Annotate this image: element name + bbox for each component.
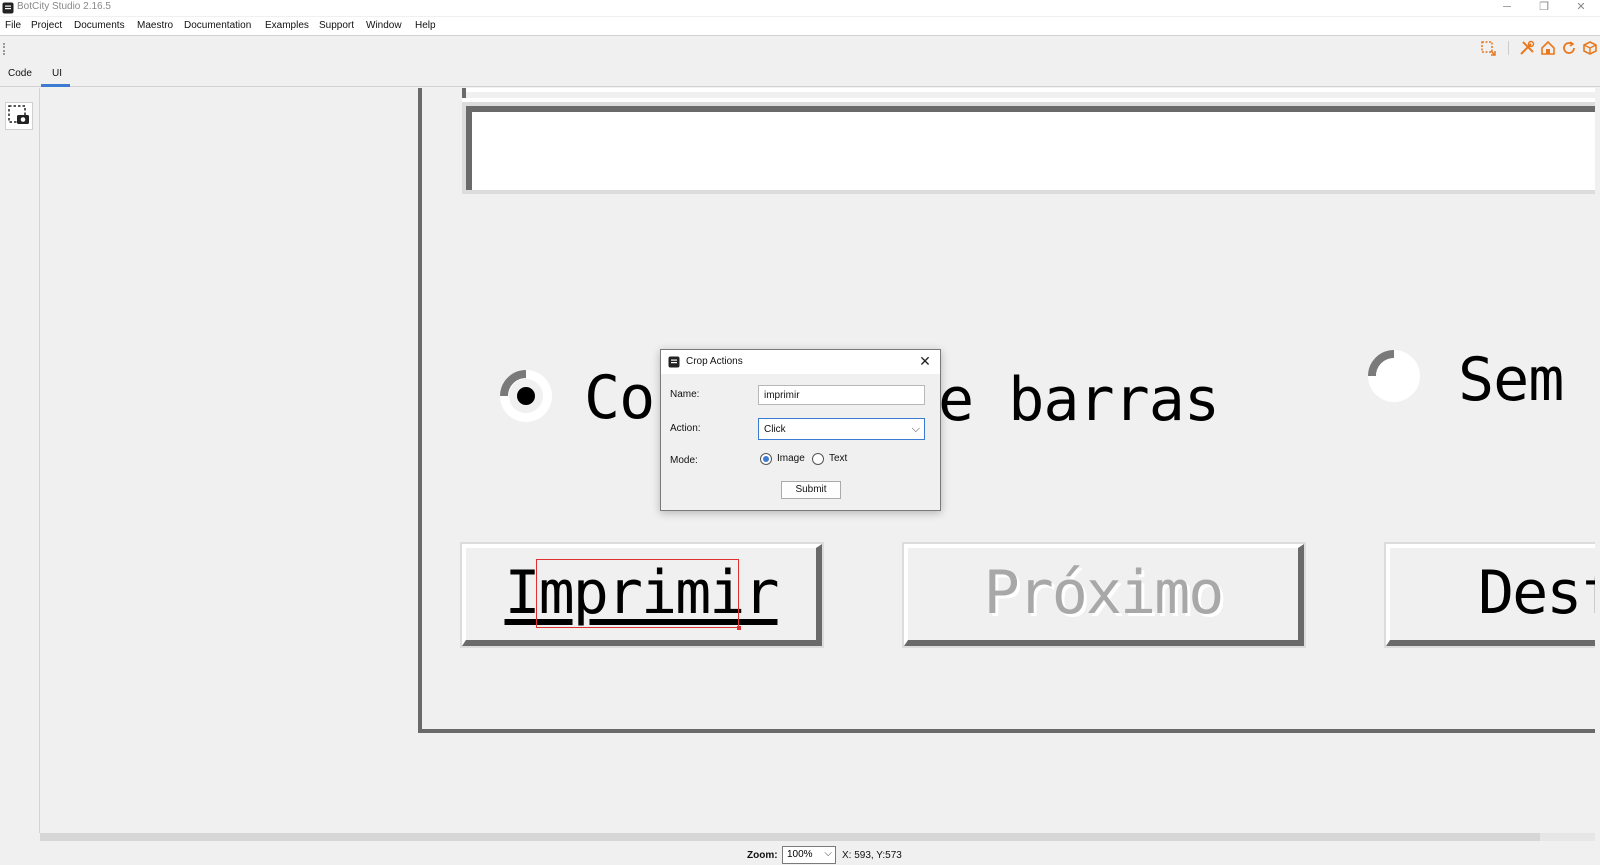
action-label: Action:: [670, 423, 701, 434]
menu-documents[interactable]: Documents: [74, 20, 125, 31]
toolbar-separator: [1508, 41, 1509, 55]
package-icon[interactable]: [1582, 40, 1598, 56]
tab-code[interactable]: Code: [8, 68, 32, 79]
active-tab-indicator: [41, 84, 70, 87]
left-panel: [40, 88, 418, 833]
chevron-down-icon: ⌵: [824, 848, 832, 859]
crop-resize-handle[interactable]: [737, 626, 741, 630]
restore-button[interactable]: ❐: [1529, 0, 1559, 16]
crop-selection-rectangle[interactable]: [536, 559, 739, 628]
mode-image-radio[interactable]: [760, 453, 772, 465]
home-icon[interactable]: [1540, 40, 1556, 56]
menu-project[interactable]: Project: [31, 20, 62, 31]
dialog-title-bar[interactable]: Crop Actions ✕: [661, 350, 940, 374]
captured-text-field: [462, 88, 1595, 194]
menu-file[interactable]: File: [5, 20, 21, 31]
mode-text-label: Text: [829, 453, 848, 464]
submit-button[interactable]: Submit: [781, 481, 841, 499]
minimize-button[interactable]: ─: [1492, 0, 1522, 16]
refresh-icon[interactable]: [1561, 40, 1577, 56]
mode-text-radio[interactable]: [812, 453, 824, 465]
toolbar-grip[interactable]: [3, 43, 5, 55]
captured-radio1-label-left: Co: [584, 363, 655, 433]
zoom-select[interactable]: 100% ⌵: [782, 846, 836, 864]
toolbar: [0, 37, 1600, 59]
zoom-label: Zoom:: [747, 850, 778, 861]
menu-maestro[interactable]: Maestro: [137, 20, 173, 31]
capture-screen-button[interactable]: [5, 102, 33, 130]
status-bar: Zoom: 100% ⌵ X: 593, Y:573: [0, 841, 1600, 865]
mode-label: Mode:: [670, 455, 698, 466]
editor-tabs: Code UI: [0, 60, 1600, 87]
side-toolbar: [0, 88, 40, 833]
dialog-close-icon[interactable]: ✕: [917, 353, 933, 370]
crop-icon[interactable]: [1480, 40, 1496, 56]
canvas-vertical-scrollbar[interactable]: [1595, 88, 1600, 833]
captured-window-frame: [418, 88, 422, 733]
captured-proximo-button: Próximo: [904, 544, 1304, 646]
tools-icon[interactable]: [1519, 40, 1535, 56]
captured-desf-label: Desf: [1478, 558, 1595, 628]
menu-help[interactable]: Help: [415, 20, 436, 31]
title-bar: BotCity Studio 2.16.5 ─ ❐ ✕: [0, 0, 1600, 16]
captured-radio1-label-right: e barras: [938, 365, 1220, 435]
captured-desf-button: Desf: [1386, 544, 1595, 646]
mode-image-label: Image: [777, 453, 805, 464]
menu-bar: File Project Documents Maestro Documenta…: [0, 17, 1600, 36]
dialog-app-icon: [668, 356, 680, 368]
menu-documentation[interactable]: Documentation: [184, 20, 251, 31]
horizontal-scrollbar-thumb[interactable]: [40, 833, 1540, 841]
menu-examples[interactable]: Examples: [265, 20, 309, 31]
cursor-coordinates: X: 593, Y:573: [842, 850, 902, 861]
screenshot-canvas[interactable]: Co e barras Sem Imprimir Próximo Desf: [418, 88, 1595, 833]
dialog-title: Crop Actions: [686, 356, 743, 367]
menu-support[interactable]: Support: [319, 20, 354, 31]
chevron-down-icon: ⌵: [911, 423, 920, 435]
captured-radio2-label: Sem: [1458, 345, 1564, 415]
captured-proximo-label: Próximo: [983, 558, 1225, 628]
tab-ui[interactable]: UI: [52, 68, 62, 79]
zoom-value: 100%: [787, 849, 813, 860]
name-label: Name:: [670, 389, 700, 400]
crop-actions-dialog: Crop Actions ✕ Name: imprimir Action: Cl…: [660, 349, 941, 511]
action-select[interactable]: Click ⌵: [758, 418, 925, 440]
app-icon: [2, 2, 14, 14]
captured-radio-selected: [500, 370, 552, 422]
action-value: Click: [764, 424, 786, 435]
window-title: BotCity Studio 2.16.5: [17, 1, 111, 12]
menu-window[interactable]: Window: [366, 20, 402, 31]
name-input[interactable]: imprimir: [758, 385, 925, 405]
captured-radio-unselected: [1368, 350, 1420, 402]
screen-capture-icon: [8, 105, 29, 124]
captured-window-frame-bottom: [418, 729, 1595, 733]
close-window-button[interactable]: ✕: [1566, 0, 1596, 16]
